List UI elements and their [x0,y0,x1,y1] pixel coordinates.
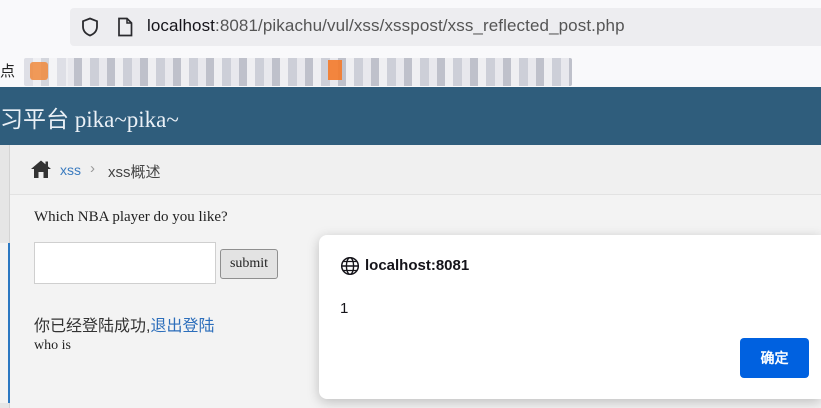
dialog-message: 1 [340,300,349,317]
login-status: 你已经登陆成功,退出登陆 [34,312,214,336]
shield-icon[interactable] [80,17,100,37]
sidebar-active-item[interactable] [0,243,10,403]
globe-icon [340,256,360,276]
message-input[interactable] [34,242,216,284]
site-title: 习平台 pika~pika~ [0,107,179,132]
url-path: :8081/pikachu/vul/xss/xsspost/xss_reflec… [215,16,625,35]
ok-button[interactable]: 确定 [740,338,809,378]
bookmark-favicon [328,60,342,80]
home-icon[interactable] [30,159,52,179]
login-status-text: 你已经登陆成功, [34,318,151,335]
blurred-bookmarks [24,58,572,86]
dialog-origin: localhost:8081 [365,257,470,274]
breadcrumb-link-xss[interactable]: xss [60,162,81,178]
who-is-text: who is [34,338,71,353]
bookmark-label[interactable]: 点 [0,60,15,81]
url-text[interactable]: localhost:8081/pikachu/vul/xss/xsspost/x… [147,16,625,36]
bookmark-favicon [30,62,48,80]
question-label: Which NBA player do you like? [34,209,228,225]
chevron-right-icon: › [90,160,95,177]
logout-link[interactable]: 退出登陆 [150,318,214,335]
url-host: localhost [147,16,215,35]
breadcrumb-current: xss概述 [108,164,161,181]
page-icon[interactable] [116,17,134,37]
submit-button[interactable]: submit [220,249,278,279]
